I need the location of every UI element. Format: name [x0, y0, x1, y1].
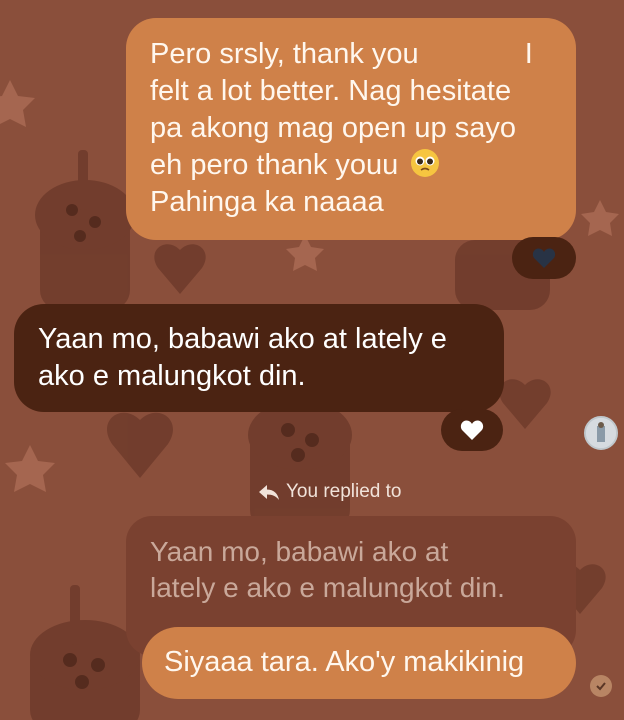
- message-line: eh pero thank youu: [150, 147, 556, 184]
- quoted-line: lately e ako e malungkot din.: [150, 572, 505, 603]
- reply-label-text: You replied to: [286, 481, 402, 502]
- message-line: Siyaaa tara. Ako'y makikinig: [164, 646, 525, 678]
- message-line: Pahinga ka naaaa: [150, 186, 384, 218]
- quoted-line: Yaan mo, babawi ako at: [150, 536, 449, 567]
- delivered-check-icon: [590, 675, 612, 697]
- message-reaction[interactable]: [512, 237, 576, 279]
- dark-heart-icon: [532, 248, 556, 268]
- sent-reply-bubble[interactable]: Siyaaa tara. Ako'y makikinig: [142, 627, 576, 699]
- white-heart-icon: [460, 420, 484, 440]
- message-line: ako e malungkot din.: [38, 360, 306, 392]
- received-message-bubble[interactable]: Yaan mo, babawi ako at lately e ako e ma…: [14, 304, 504, 412]
- reply-arrow-icon: [259, 485, 279, 500]
- message-reaction[interactable]: [441, 409, 503, 451]
- message-line: Pero srsly, thank you I: [150, 38, 533, 70]
- message-line: Yaan mo, babawi ako at lately e: [38, 323, 447, 355]
- message-line: felt a lot better. Nag hesitate: [150, 75, 512, 107]
- reply-indicator: You replied to: [258, 480, 402, 504]
- message-line: pa akong mag open up sayo: [150, 112, 516, 144]
- sent-message-bubble[interactable]: Pero srsly, thank you I felt a lot bette…: [126, 18, 576, 240]
- avatar[interactable]: [584, 416, 618, 450]
- avatar-image: [586, 418, 616, 448]
- pleading-face-icon: [411, 149, 440, 177]
